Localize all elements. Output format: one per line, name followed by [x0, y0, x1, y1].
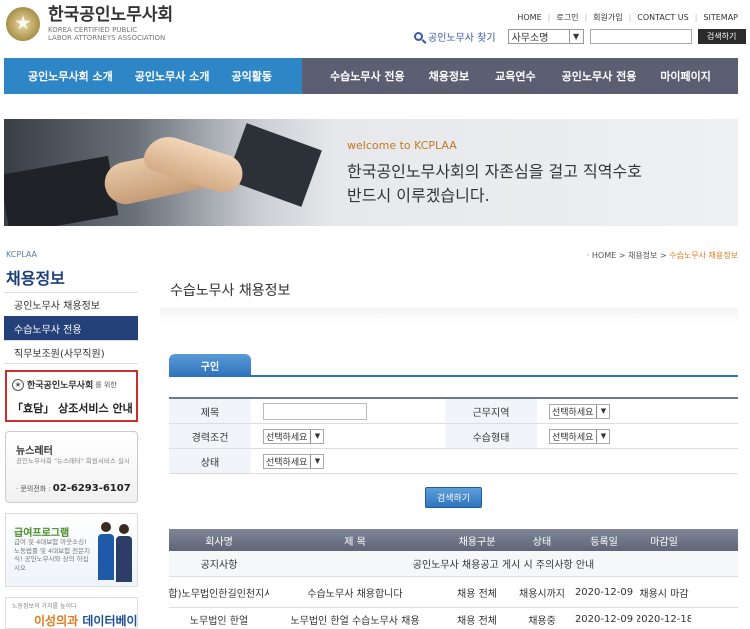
tab-job-offer[interactable]: 구인: [169, 354, 251, 376]
chevron-down-icon: ▼: [596, 429, 609, 443]
job-list-table: 회사명 제 목 채용구분 상태 등록일 마감일 공지사항 공인노무사 채용공고 …: [169, 529, 738, 629]
table-row[interactable]: (합)노무법인한길인천지사 수습노무사 채용합니다 채용 전체 채용시까지 20…: [169, 577, 738, 608]
table-row[interactable]: 노무법인 한얼 노무법인 한얼 수습노무사 채용 채용 전체 채용중 2020-…: [169, 608, 738, 629]
status-select[interactable]: 선택하세요 ▼: [263, 453, 325, 469]
title-label: 제목: [169, 399, 251, 423]
emblem-icon: [12, 378, 24, 391]
chevron-down-icon: ▼: [596, 404, 609, 418]
nav-item-trainee[interactable]: 수습노무사 전용: [330, 68, 405, 84]
util-home-link[interactable]: HOME: [517, 13, 541, 22]
newsletter-promo[interactable]: 뉴스레터 공인노무사회 "뉴스레터" 회원서비스 실시 · 문의전화 :02-6…: [5, 431, 138, 503]
nav-member-group: 수습노무사 전용 채용정보 교육연수 공인노무사 전용 마이페이지: [302, 58, 738, 94]
handshake-image: [4, 123, 322, 226]
type-label: 수습형태: [445, 424, 537, 448]
banner-welcome: welcome to KCPLAA: [347, 139, 457, 152]
header-search-button[interactable]: 검색하기: [697, 29, 746, 44]
nav-item-mypage[interactable]: 마이페이지: [660, 68, 711, 84]
main-nav: 공인노무사회 소개 공인노무사 소개 공익활동 수습노무사 전용 채용정보 교육…: [4, 58, 738, 94]
util-login-link[interactable]: 로그인: [556, 12, 578, 23]
hero-banner: welcome to KCPLAA 한국공인노무사회의 자존심을 걸고 직역수호…: [4, 119, 738, 226]
logo-subtitle-1: KOREA CERTIFIED PUBLIC: [48, 26, 138, 34]
chevron-down-icon: ▼: [568, 30, 583, 43]
nav-item-attorney-intro[interactable]: 공인노무사 소개: [135, 68, 210, 84]
region-select[interactable]: 선택하세요 ▼: [549, 403, 611, 419]
banner-slogan-1: 한국공인노무사회의 자존심을 걸고 직역수호: [347, 162, 642, 181]
sidebar-item-trainee-jobs[interactable]: 수습노무사 전용: [4, 316, 138, 340]
breadcrumb: · HOME > 채용정보 > 수습노무사 채용정보: [586, 251, 738, 260]
nav-item-education[interactable]: 교육연수: [495, 68, 535, 84]
database-promo[interactable]: 노동정보의 가치를 높이다 이성의과 데이터베이스: [5, 597, 138, 629]
utility-links: HOME | 로그인 | 회원가입 | CONTACT US | SITEMAP: [517, 12, 738, 23]
title-input[interactable]: [263, 402, 367, 420]
search-input[interactable]: [589, 29, 692, 44]
sidebar-menu: 공인노무사 채용정보 수습노무사 전용 직무보조원(사무직원): [4, 292, 138, 364]
person-icon: [115, 524, 133, 584]
notice-row[interactable]: 공지사항 공인노무사 채용공고 게시 시 주의사항 안내: [169, 551, 738, 577]
find-attorney-label: 공인노무사 찾기: [414, 29, 496, 44]
chevron-down-icon: ▼: [310, 429, 323, 443]
search-icon: [414, 32, 423, 41]
nav-item-jobs[interactable]: 채용정보: [429, 68, 469, 84]
type-select[interactable]: 선택하세요 ▼: [549, 428, 611, 444]
search-type-select[interactable]: 사무소명 ▼: [507, 29, 584, 44]
career-label: 경력조건: [169, 424, 251, 448]
util-contact-link[interactable]: CONTACT US: [637, 13, 688, 22]
logo-title: 한국공인노무사회: [48, 5, 174, 25]
site-header: 한국공인노무사회 KOREA CERTIFIED PUBLIC LABOR AT…: [0, 0, 750, 56]
util-sitemap-link[interactable]: SITEMAP: [703, 13, 738, 22]
nav-item-attorney-only[interactable]: 공인노무사 전용: [562, 68, 637, 84]
nav-public-group: 공인노무사회 소개 공인노무사 소개 공익활동: [4, 58, 314, 94]
emblem-icon: [6, 7, 40, 41]
sidebar-crumb: KCPLAA: [6, 250, 38, 259]
sidebar-item-attorney-jobs[interactable]: 공인노무사 채용정보: [4, 292, 138, 316]
banner-slogan-2: 반드시 이루겠습니다.: [347, 186, 490, 205]
payroll-program-promo[interactable]: 급여프로그램 급여 및 4대보험 아웃소싱! 노동법률 및 4대보험 전문지식!…: [5, 513, 138, 587]
chevron-down-icon: ▼: [310, 454, 323, 468]
attorney-search: 공인노무사 찾기 사무소명 ▼ 검색하기: [414, 29, 746, 44]
util-signup-link[interactable]: 회원가입: [593, 12, 622, 23]
nav-item-public-activity[interactable]: 공익활동: [231, 68, 271, 84]
table-header: 회사명 제 목 채용구분 상태 등록일 마감일: [169, 529, 738, 551]
site-logo[interactable]: 한국공인노무사회 KOREA CERTIFIED PUBLIC LABOR AT…: [6, 6, 173, 42]
search-button[interactable]: 검색하기: [425, 487, 482, 508]
sidebar-item-assistant-jobs[interactable]: 직무보조원(사무직원): [4, 340, 138, 364]
career-select[interactable]: 선택하세요 ▼: [263, 428, 325, 444]
page-title: 수습노무사 채용정보: [170, 283, 291, 299]
search-form: 제목 근무지역 선택하세요 ▼ 경력조건 선택하세요 ▼ 수습형태 선택하세요 …: [169, 397, 738, 474]
logo-subtitle-2: LABOR ATTORNEYS ASSOCIATION: [48, 34, 166, 42]
person-icon: [97, 522, 115, 582]
nav-item-association-intro[interactable]: 공인노무사회 소개: [28, 68, 113, 84]
region-label: 근무지역: [445, 399, 537, 423]
funeral-service-promo[interactable]: 한국공인노무사회 를 위한 「효담」 상조서비스 안내: [5, 370, 138, 422]
sidebar-title: 채용정보: [6, 269, 65, 288]
status-label: 상태: [169, 449, 251, 473]
